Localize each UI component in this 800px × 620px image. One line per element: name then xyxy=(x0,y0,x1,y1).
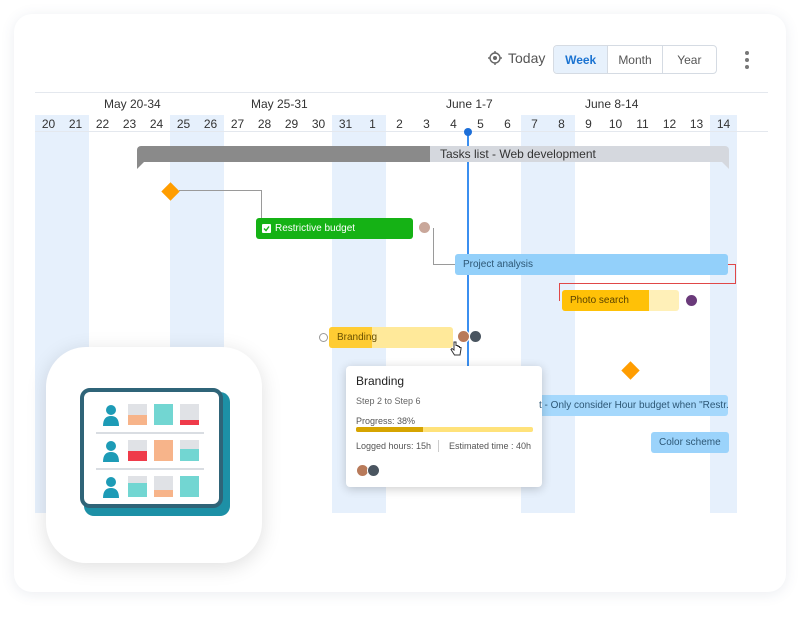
dependency-connector xyxy=(179,190,261,191)
task-photo-search[interactable]: Photo search xyxy=(562,290,679,311)
day-label: 27 xyxy=(230,117,245,131)
tooltip-separator xyxy=(438,440,439,452)
day-label: 31 xyxy=(338,117,353,131)
day-label: 7 xyxy=(531,117,538,131)
week-label: June 1-7 xyxy=(446,97,493,111)
spreadsheet-app-icon xyxy=(46,347,262,563)
view-year-button[interactable]: Year xyxy=(661,46,716,73)
dependency-connector xyxy=(735,264,736,283)
task-label: Color scheme xyxy=(659,437,721,448)
day-label: 12 xyxy=(662,117,677,131)
person-icon xyxy=(103,477,119,498)
tooltip-logged-hours: Logged hours: 15h xyxy=(356,441,432,451)
task-label: t - Only consider Hour budget when "Rest… xyxy=(539,400,728,411)
day-row-divider xyxy=(35,131,768,132)
task-tooltip: Branding Step 2 to Step 6 Progress: 38% … xyxy=(346,366,542,487)
tooltip-steps: Step 2 to Step 6 xyxy=(356,396,421,406)
day-column xyxy=(278,115,305,513)
day-label: 10 xyxy=(608,117,623,131)
dependency-connector xyxy=(433,264,455,265)
day-label: 20 xyxy=(41,117,56,131)
task-label: Branding xyxy=(337,332,378,343)
day-label: 23 xyxy=(122,117,137,131)
day-label: 26 xyxy=(203,117,218,131)
day-label: 3 xyxy=(423,117,430,131)
dependency-connector xyxy=(261,190,262,218)
day-column xyxy=(710,115,737,513)
tooltip-progress-label: Progress: 38% xyxy=(356,416,416,426)
person-icon xyxy=(103,405,119,426)
task-label: Project analysis xyxy=(463,259,534,270)
week-label: June 8-14 xyxy=(585,97,639,111)
task-hour-budget[interactable]: t - Only consider Hour budget when "Rest… xyxy=(535,395,728,416)
day-label: 6 xyxy=(504,117,511,131)
day-label: 28 xyxy=(257,117,272,131)
dependency-connector xyxy=(559,283,736,284)
avatar-icon xyxy=(469,330,482,343)
task-group-label: Tasks list - Web development xyxy=(440,147,596,161)
header-divider xyxy=(35,92,768,93)
view-week-button[interactable]: Week xyxy=(554,46,608,73)
task-project-analysis[interactable]: Project analysis xyxy=(455,254,728,275)
tooltip-progress-bar xyxy=(356,427,533,432)
day-label: 14 xyxy=(716,117,731,131)
dependency-connector xyxy=(559,283,560,301)
day-label: 13 xyxy=(689,117,704,131)
day-label: 9 xyxy=(585,117,592,131)
task-label: Photo search xyxy=(570,295,629,306)
day-column xyxy=(548,115,575,513)
day-label: 4 xyxy=(450,117,457,131)
day-column xyxy=(575,115,602,513)
day-label: 1 xyxy=(369,117,376,131)
today-button[interactable]: Today xyxy=(488,50,545,66)
week-label: May 20-34 xyxy=(104,97,161,111)
day-label: 22 xyxy=(95,117,110,131)
day-column xyxy=(629,115,656,513)
day-label: 11 xyxy=(636,117,649,131)
today-label: Today xyxy=(508,50,546,66)
tooltip-estimated-time: Estimated time : 40h xyxy=(449,441,532,451)
kebab-menu-icon[interactable] xyxy=(741,51,753,69)
hand-cursor-icon xyxy=(450,341,462,356)
day-column xyxy=(305,115,332,513)
avatar-icon xyxy=(418,221,431,234)
day-label: 29 xyxy=(284,117,299,131)
day-column xyxy=(656,115,683,513)
day-label: 21 xyxy=(68,117,83,131)
avatar-icon xyxy=(685,294,698,307)
task-label: Restrictive budget xyxy=(275,223,356,234)
task-group-bar[interactable]: Tasks list - Web development xyxy=(137,146,729,169)
view-month-button[interactable]: Month xyxy=(607,46,661,73)
day-label: 8 xyxy=(558,117,565,131)
person-icon xyxy=(103,441,119,462)
day-column xyxy=(602,115,629,513)
task-color-scheme[interactable]: Color scheme xyxy=(651,432,729,453)
day-label: 30 xyxy=(311,117,326,131)
tooltip-title: Branding xyxy=(356,374,405,388)
week-label: May 25-31 xyxy=(251,97,308,111)
day-label: 25 xyxy=(176,117,191,131)
dependency-handle[interactable] xyxy=(319,333,328,342)
checkbox-icon xyxy=(262,224,271,233)
view-switcher: Week Month Year xyxy=(553,45,717,74)
day-label: 2 xyxy=(396,117,403,131)
task-branding[interactable]: Branding xyxy=(329,327,453,348)
day-label: 24 xyxy=(149,117,164,131)
task-restrictive-budget[interactable]: Restrictive budget xyxy=(256,218,413,239)
today-marker-dot xyxy=(464,128,472,136)
tooltip-progress-fill xyxy=(356,427,424,432)
dependency-connector xyxy=(433,228,434,264)
avatar-icon xyxy=(367,464,380,477)
target-icon xyxy=(488,51,502,65)
day-column xyxy=(683,115,710,513)
